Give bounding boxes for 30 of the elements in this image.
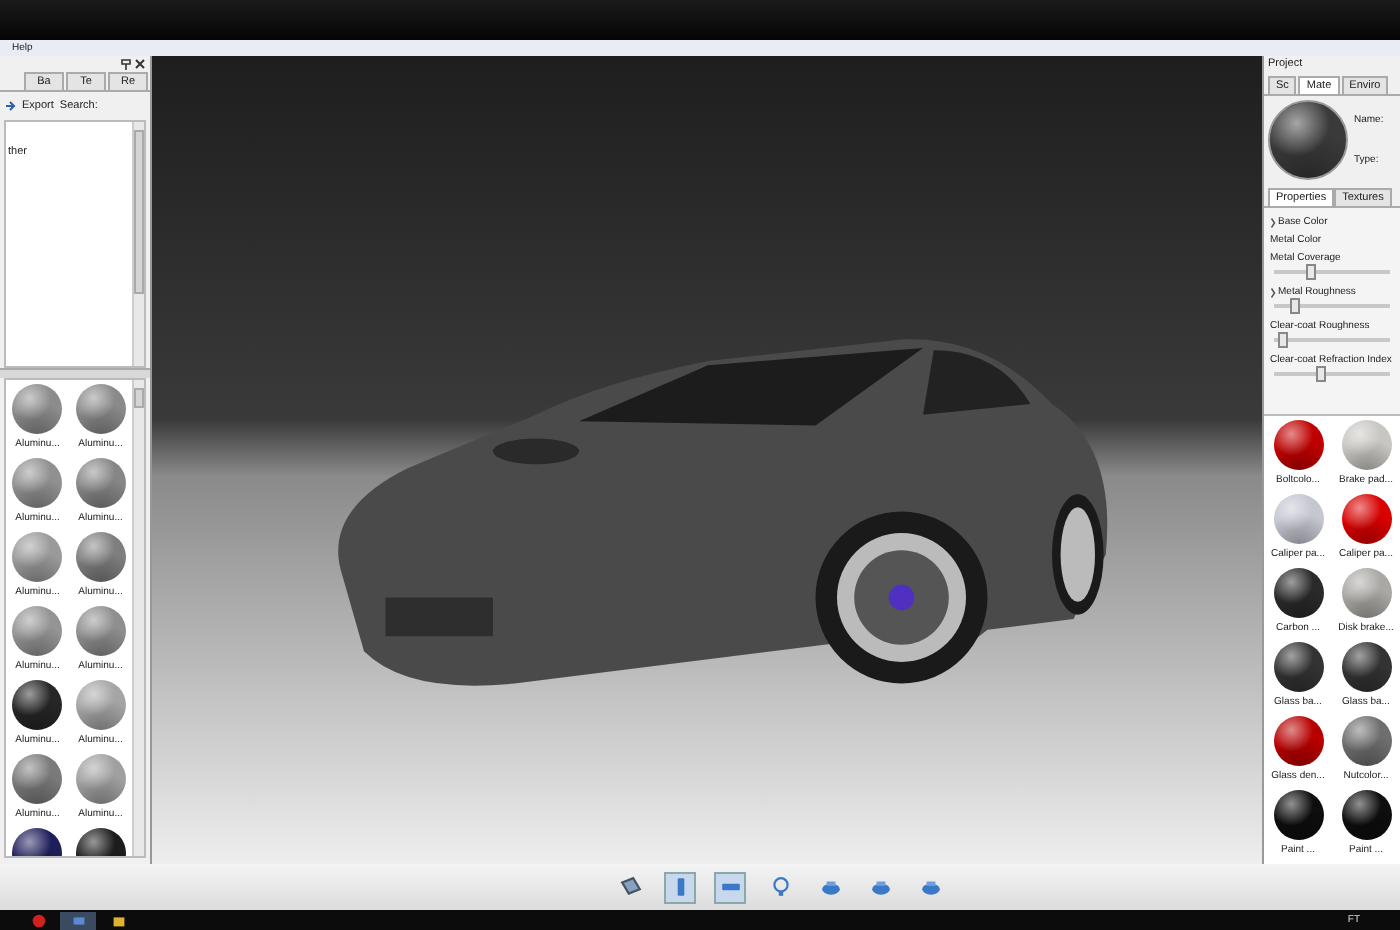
window-icon[interactable]	[60, 911, 96, 929]
landscape-icon[interactable]	[714, 871, 746, 903]
slider-thumb[interactable]	[1289, 298, 1300, 314]
splitter-handle[interactable]	[0, 368, 150, 378]
scrollbar[interactable]	[132, 122, 144, 366]
material-sphere[interactable]	[1273, 716, 1323, 766]
material-sphere[interactable]	[1341, 642, 1391, 692]
material-sphere[interactable]	[12, 754, 63, 804]
material-sphere[interactable]	[1273, 568, 1323, 618]
material-sphere[interactable]	[12, 680, 63, 730]
caret-icon[interactable]	[1270, 287, 1276, 297]
material-sphere[interactable]	[1273, 642, 1323, 692]
pin-icon[interactable]	[120, 58, 132, 70]
slider-thumb[interactable]	[1277, 332, 1288, 348]
material-preview	[1268, 100, 1348, 180]
portrait-icon[interactable]	[664, 871, 696, 903]
material-sphere[interactable]	[1341, 790, 1391, 840]
material-sphere[interactable]	[1273, 790, 1323, 840]
slider[interactable]	[1274, 332, 1390, 348]
slider-thumb[interactable]	[1305, 264, 1316, 280]
slider-thumb[interactable]	[1316, 366, 1327, 382]
arrow-icon	[4, 100, 16, 112]
material-sphere[interactable]	[75, 532, 126, 582]
scrollbar[interactable]	[132, 380, 144, 856]
material-sphere[interactable]	[1341, 716, 1391, 766]
close-icon[interactable]	[134, 58, 146, 70]
render-viewport[interactable]	[152, 56, 1262, 864]
caret-icon[interactable]	[1270, 217, 1276, 227]
material-sphere[interactable]	[1273, 420, 1323, 470]
material-sphere[interactable]	[1341, 494, 1391, 544]
